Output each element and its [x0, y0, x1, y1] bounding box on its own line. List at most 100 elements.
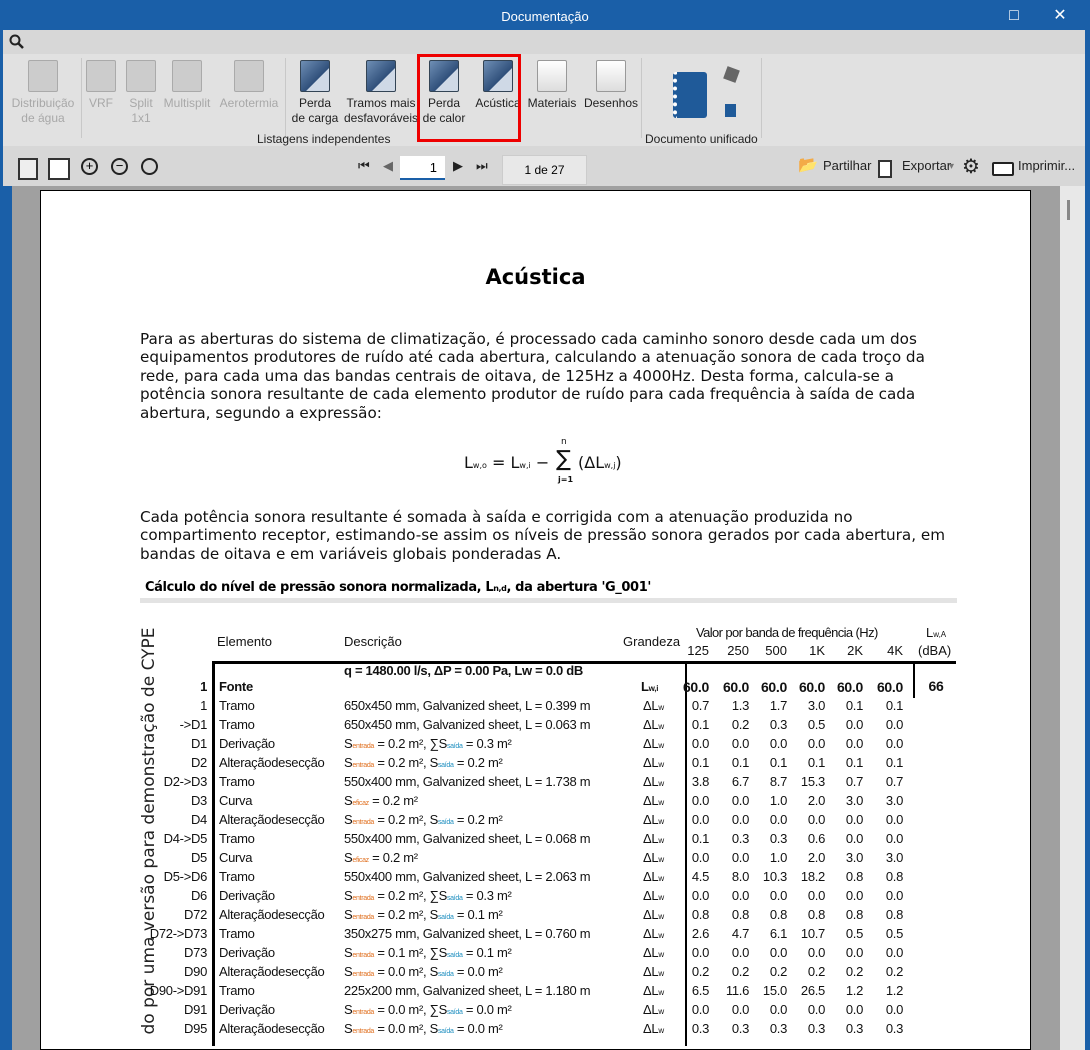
value-cell: 2.0	[807, 793, 825, 808]
scrollbar-thumb[interactable]	[1067, 200, 1070, 220]
value-cell: 0.1	[885, 698, 903, 713]
quantity-sub: w	[658, 855, 664, 864]
value-cell: 60.0	[876, 679, 903, 695]
value-cell: 0.0	[807, 736, 825, 751]
value-cell: 15.0	[762, 983, 787, 998]
value-cell: 10.3	[762, 869, 787, 884]
value-cell: 3.0	[885, 850, 903, 865]
next-page-icon[interactable]: ▶	[453, 158, 463, 174]
description-text: = 0.2 m²	[368, 850, 418, 865]
export-caret-icon[interactable]: ▾	[949, 161, 954, 172]
quantity-sub: w	[658, 817, 664, 826]
close-button[interactable]: ✕	[1040, 4, 1080, 28]
value-cell: 0.0	[731, 888, 749, 903]
description-text: = 0.2 m²	[453, 812, 503, 827]
row-id: D4->D5	[163, 831, 208, 846]
value-cell: 0.5	[885, 926, 903, 941]
ribbon-button-distribuição[interactable]: Distribuição de água	[8, 60, 78, 126]
first-page-icon[interactable]: ⏮	[358, 158, 370, 174]
ribbon-button-aerotermia[interactable]: Aerotermia	[217, 60, 281, 111]
row-quantity: ΔLw	[643, 926, 664, 941]
notebook-icon[interactable]	[673, 72, 707, 118]
value-cell: 1.2	[845, 983, 863, 998]
value-cell: 8.0	[731, 869, 749, 884]
freq-header: 2K	[847, 643, 863, 658]
format-icon[interactable]	[723, 66, 740, 83]
zoom-in-icon[interactable]: +	[81, 158, 98, 175]
share-button[interactable]: Partilhar	[823, 158, 871, 173]
value-cell: 0.3	[769, 717, 787, 732]
materials-icon	[537, 60, 567, 92]
description-subscript: eficaz	[352, 800, 369, 807]
row-description: Sentrada = 0.2 m², Ssaída = 0.2 m²	[344, 812, 503, 827]
vrf-icon	[86, 60, 116, 92]
row-quantity: ΔLw	[643, 964, 664, 979]
value-cell: 0.7	[845, 774, 863, 789]
formula-rhs-sub: w,i	[519, 461, 531, 470]
value-cell: 11.6	[725, 983, 749, 998]
ribbon-button-label: Multisplit	[163, 96, 211, 110]
value-cell: 0.0	[845, 831, 863, 846]
value-cell: 0.5	[807, 717, 825, 732]
ribbon-button-vrf[interactable]: VRF	[83, 60, 119, 111]
description-text: = 0.2 m², ∑S	[374, 736, 447, 751]
value-cell: 0.3	[845, 1021, 863, 1036]
zoom-out-icon[interactable]: −	[111, 158, 128, 175]
last-page-icon[interactable]: ⏭	[476, 158, 488, 174]
value-cell: 0.0	[731, 850, 749, 865]
quantity-sub: w	[658, 741, 664, 750]
print-button[interactable]: Imprimir...	[1018, 158, 1075, 173]
row-element: Tramo	[219, 698, 255, 713]
search-icon[interactable]	[9, 34, 25, 50]
quantity-sub: w	[658, 779, 664, 788]
maximize-button[interactable]: □	[994, 4, 1034, 28]
settings-doc-icon[interactable]	[725, 104, 736, 117]
row-quantity: ΔLw	[643, 736, 664, 751]
value-cell: 6.7	[731, 774, 749, 789]
ribbon-button-tramos-mais[interactable]: Tramos mais desfavoráveis	[343, 60, 419, 126]
zoom-selection-icon[interactable]	[141, 158, 158, 175]
export-icon[interactable]	[878, 160, 892, 178]
ribbon-button-desenhos[interactable]: Desenhos	[581, 60, 641, 111]
row-element: Curva	[219, 850, 253, 865]
row-element: Derivação	[219, 736, 275, 751]
document-icon	[28, 60, 58, 92]
zoom-page-icon[interactable]	[18, 158, 38, 180]
quantity-sub: w	[658, 722, 664, 731]
vertical-scrollbar[interactable]	[1060, 186, 1085, 1050]
value-cell: 0.0	[769, 1002, 787, 1017]
row-description: 225x200 mm, Galvanized sheet, L = 1.180 …	[344, 983, 591, 998]
ribbon-button-multisplit[interactable]: Multisplit	[161, 60, 213, 111]
page-number-input[interactable]: 1	[400, 156, 445, 180]
formula-term: (ΔL	[578, 453, 605, 472]
row-element: Tramo	[219, 717, 255, 732]
value-cell: 0.0	[769, 888, 787, 903]
ribbon-button-split[interactable]: Split 1x1	[121, 60, 161, 126]
value-cell: 3.0	[885, 793, 903, 808]
row-description: Sentrada = 0.0 m², ∑Ssaída = 0.0 m²	[344, 1002, 512, 1017]
ribbon-button-perda[interactable]: Perda de carga	[289, 60, 341, 126]
page-count: 1 de 27	[502, 155, 587, 185]
value-cell: 0.0	[885, 736, 903, 751]
prev-page-icon[interactable]: ◀	[383, 158, 393, 174]
row-element: Alteraçãodesecção	[219, 812, 325, 827]
value-cell: 0.0	[691, 793, 709, 808]
description-text: = 0.0 m², ∑S	[374, 1002, 447, 1017]
fit-width-icon[interactable]	[48, 158, 70, 180]
description-subscript: saída	[437, 1028, 454, 1035]
value-cell: 0.0	[807, 888, 825, 903]
freq-header: 125	[687, 643, 709, 658]
value-cell: 0.8	[731, 907, 749, 922]
quantity-symbol: ΔL	[643, 1021, 659, 1036]
gear-icon[interactable]: ⚙	[962, 154, 980, 179]
export-button[interactable]: Exportar	[902, 158, 951, 173]
document-title: Acústica	[485, 265, 586, 289]
header-lwa-unit: (dBA)	[918, 643, 952, 658]
quantity-sub: w	[658, 836, 664, 845]
printer-icon[interactable]	[992, 162, 1014, 176]
share-icon[interactable]: 📂	[798, 155, 818, 175]
ribbon-button-materiais[interactable]: Materiais	[526, 60, 578, 111]
description-text: = 0.2 m², ∑S	[374, 888, 447, 903]
row-element: Derivação	[219, 888, 275, 903]
ribbon-button-label: VRF	[89, 96, 113, 110]
